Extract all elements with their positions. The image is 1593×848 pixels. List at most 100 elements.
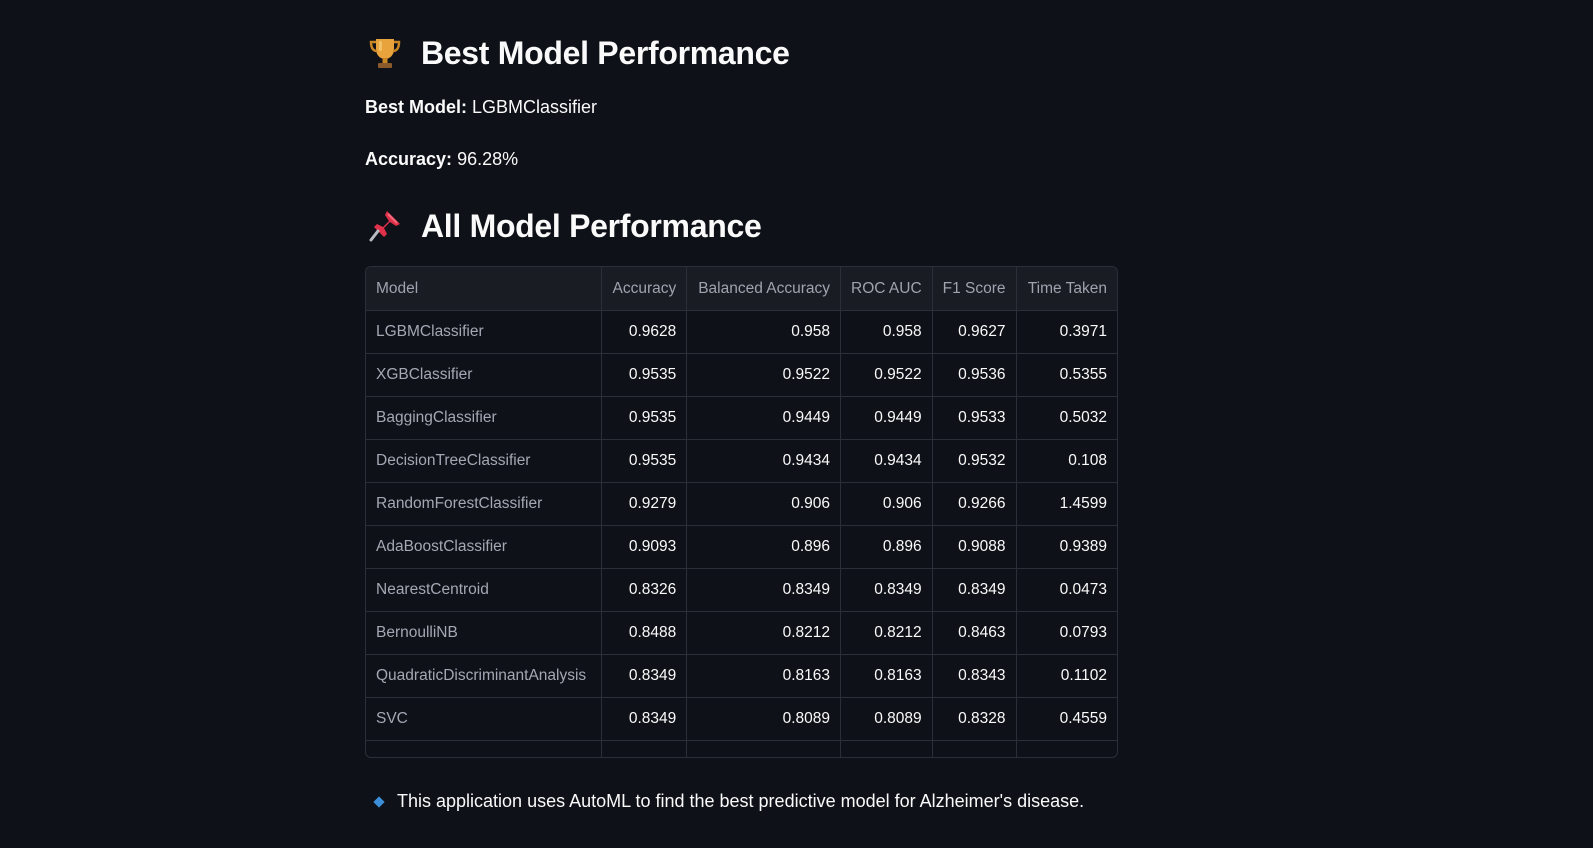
table-cell[interactable]: 0.8343 [932, 654, 1017, 698]
table-cell[interactable]: 0.8326 [601, 568, 688, 612]
column-header[interactable]: Accuracy [601, 267, 688, 311]
table-cell[interactable]: 0.9628 [601, 310, 688, 354]
model-name-cell[interactable]: BaggingClassifier [366, 396, 603, 440]
table-cell[interactable]: 0.8349 [932, 568, 1017, 612]
table-cell[interactable] [686, 740, 842, 757]
table-cell[interactable]: 0.906 [840, 482, 933, 526]
table-cell[interactable]: 0.8349 [601, 654, 688, 698]
column-header[interactable]: Balanced Accuracy [686, 267, 842, 311]
table-cell[interactable]: 0.9522 [840, 353, 933, 397]
table-cell[interactable] [601, 740, 688, 757]
model-name-cell[interactable]: RandomForestClassifier [366, 482, 603, 526]
model-name-cell[interactable]: QuadraticDiscriminantAnalysis [366, 654, 603, 698]
table-cell[interactable] [840, 740, 933, 757]
table-cell[interactable]: 0.5355 [1016, 353, 1117, 397]
table-cell[interactable]: 0.1102 [1016, 654, 1117, 698]
best-model-label: Best Model: [365, 97, 468, 117]
table-cell[interactable]: 0.3971 [1016, 310, 1117, 354]
table-cell[interactable]: 0.9535 [601, 353, 688, 397]
trophy-icon [367, 35, 403, 71]
table-cell[interactable]: 0.9093 [601, 525, 688, 569]
table-cell[interactable]: 0.0473 [1016, 568, 1117, 612]
table-cell[interactable]: 0.8463 [932, 611, 1017, 655]
blue-diamond-icon [373, 795, 385, 808]
table-cell[interactable]: 0.8349 [686, 568, 842, 612]
all-model-heading: All Model Performance [367, 203, 762, 249]
all-model-title: All Model Performance [421, 207, 762, 244]
pushpin-icon [367, 208, 403, 244]
table-cell[interactable]: 0.0793 [1016, 611, 1117, 655]
table-row: RandomForestClassifier 0.9279 0.906 0.90… [366, 482, 1117, 526]
table-cell[interactable]: 0.8163 [686, 654, 842, 698]
table-cell[interactable]: 0.8328 [932, 697, 1017, 741]
table-cell[interactable]: 0.8349 [601, 697, 688, 741]
model-name-cell[interactable]: BernoulliNB [366, 611, 603, 655]
table-cell[interactable]: 0.9532 [932, 439, 1017, 483]
table-row: LGBMClassifier 0.9628 0.958 0.958 0.9627… [366, 310, 1117, 354]
best-model-heading: Best Model Performance [367, 30, 790, 76]
table-cell[interactable]: 0.9535 [601, 439, 688, 483]
model-name-cell[interactable]: LGBMClassifier [366, 310, 603, 354]
table-cell[interactable]: 0.9088 [932, 525, 1017, 569]
table-cell[interactable]: 0.9389 [1016, 525, 1117, 569]
table-cell[interactable]: 0.8089 [686, 697, 842, 741]
column-header[interactable]: Time Taken [1016, 267, 1117, 311]
table-cell[interactable]: 0.9535 [601, 396, 688, 440]
table-cell[interactable]: 0.906 [686, 482, 842, 526]
model-name-cell[interactable]: DecisionTreeClassifier [366, 439, 603, 483]
table-cell[interactable]: 0.9266 [932, 482, 1017, 526]
accuracy-value: 96.28% [457, 149, 519, 169]
table-cell[interactable]: 0.9533 [932, 396, 1017, 440]
table-cell[interactable]: 0.9536 [932, 353, 1017, 397]
table-row: BernoulliNB 0.8488 0.8212 0.8212 0.8463 … [366, 611, 1117, 655]
table-cell[interactable]: 0.8089 [840, 697, 933, 741]
table-cell[interactable]: 0.8163 [840, 654, 933, 698]
table-row-partial [366, 740, 1117, 757]
table-cell[interactable]: 1.4599 [1016, 482, 1117, 526]
table-cell[interactable]: 0.5032 [1016, 396, 1117, 440]
table-cell[interactable]: 0.8212 [686, 611, 842, 655]
table-row: SVC 0.8349 0.8089 0.8089 0.8328 0.4559 [366, 697, 1117, 741]
column-header[interactable]: F1 Score [932, 267, 1017, 311]
table-row: BaggingClassifier 0.9535 0.9449 0.9449 0… [366, 396, 1117, 440]
model-name-cell[interactable]: NearestCentroid [366, 568, 603, 612]
best-model-line: Best Model: LGBMClassifier [365, 97, 597, 118]
table-cell[interactable]: 0.108 [1016, 439, 1117, 483]
table-row: XGBClassifier 0.9535 0.9522 0.9522 0.953… [366, 353, 1117, 397]
best-model-value: LGBMClassifier [472, 97, 598, 117]
table-header-row: Model Accuracy Balanced Accuracy ROC AUC… [366, 267, 1117, 311]
table-cell[interactable]: 0.9627 [932, 310, 1017, 354]
table-row: NearestCentroid 0.8326 0.8349 0.8349 0.8… [366, 568, 1117, 612]
model-performance-table[interactable]: Model Accuracy Balanced Accuracy ROC AUC… [365, 266, 1118, 758]
table-cell[interactable]: 0.4559 [1016, 697, 1117, 741]
model-name-cell[interactable]: XGBClassifier [366, 353, 603, 397]
accuracy-label: Accuracy: [365, 149, 453, 169]
column-header[interactable]: ROC AUC [840, 267, 933, 311]
table-cell[interactable]: 0.9434 [840, 439, 933, 483]
table-cell[interactable]: 0.9279 [601, 482, 688, 526]
table-row: QuadraticDiscriminantAnalysis 0.8349 0.8… [366, 654, 1117, 698]
model-name-cell[interactable]: SVC [366, 697, 603, 741]
table-cell[interactable]: 0.8488 [601, 611, 688, 655]
table-row: DecisionTreeClassifier 0.9535 0.9434 0.9… [366, 439, 1117, 483]
table-cell[interactable]: 0.8212 [840, 611, 933, 655]
table-cell[interactable]: 0.9449 [686, 396, 842, 440]
column-header[interactable]: Model [366, 267, 603, 311]
table-row: AdaBoostClassifier 0.9093 0.896 0.896 0.… [366, 525, 1117, 569]
best-model-title: Best Model Performance [421, 34, 790, 71]
table-cell[interactable]: 0.896 [840, 525, 933, 569]
info-note: This application uses AutoML to find the… [373, 791, 1084, 812]
table-cell[interactable]: 0.9449 [840, 396, 933, 440]
table-cell[interactable]: 0.958 [840, 310, 933, 354]
model-name-cell[interactable] [366, 740, 603, 757]
table-cell[interactable]: 0.9522 [686, 353, 842, 397]
table-cell[interactable]: 0.896 [686, 525, 842, 569]
table-cell[interactable]: 0.8349 [840, 568, 933, 612]
table-cell[interactable] [1016, 740, 1117, 757]
table-cell[interactable] [932, 740, 1017, 757]
table-cell[interactable]: 0.9434 [686, 439, 842, 483]
accuracy-line: Accuracy: 96.28% [365, 149, 518, 170]
info-note-text: This application uses AutoML to find the… [397, 791, 1085, 811]
table-cell[interactable]: 0.958 [686, 310, 842, 354]
model-name-cell[interactable]: AdaBoostClassifier [366, 525, 603, 569]
